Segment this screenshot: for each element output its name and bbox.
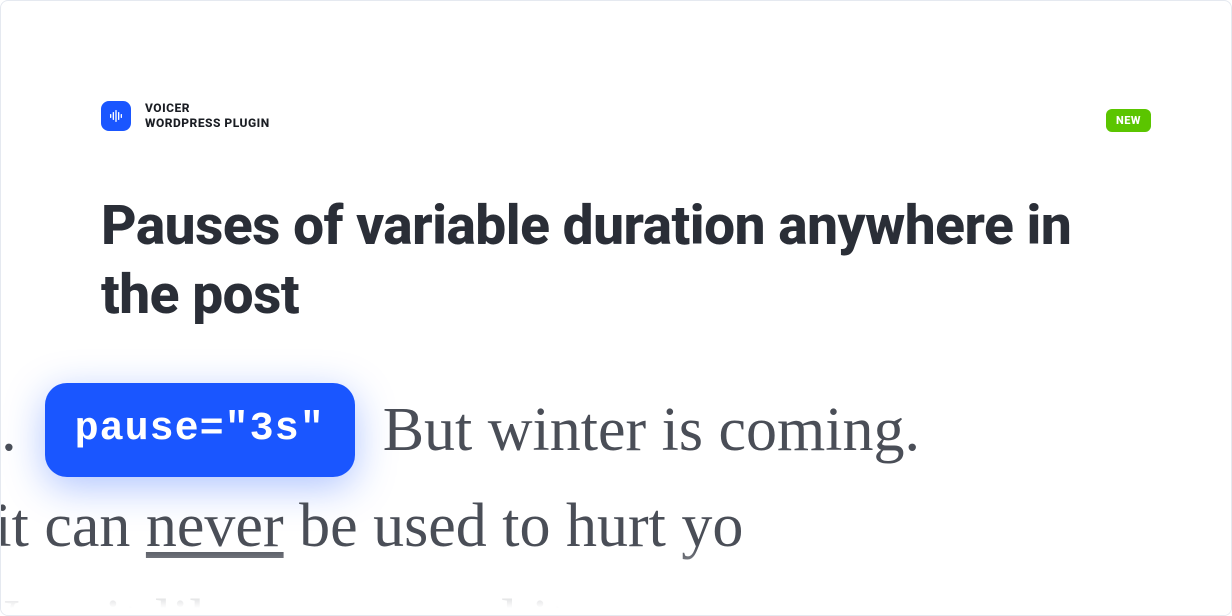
sample-text-fragment: r you,..: [0, 382, 17, 478]
sample-text-fragment: But winter is coming.: [383, 382, 920, 478]
brand-text: VOICER WORDPRESS PLUGIN: [145, 101, 270, 131]
sample-text: r you,.. pause="3s" But winter is coming…: [1, 382, 1231, 616]
sample-line-3: ll not. Wear it like armor and it can: [0, 574, 1031, 616]
feature-card: VOICER WORDPRESS PLUGIN NEW Pauses of va…: [0, 0, 1232, 616]
sample-line-1: r you,.. pause="3s" But winter is coming…: [0, 382, 1071, 478]
pause-chip: pause="3s": [45, 383, 355, 477]
voicer-waveform-icon: [101, 101, 131, 131]
header-row: VOICER WORDPRESS PLUGIN NEW: [1, 1, 1231, 132]
sample-text-fragment: be used to hurt yo: [284, 492, 744, 560]
headline: Pauses of variable duration anywhere in …: [1, 132, 1231, 330]
sample-text-fragment: mor, and it can: [0, 492, 146, 560]
brand: VOICER WORDPRESS PLUGIN: [101, 101, 270, 131]
new-badge: NEW: [1106, 109, 1151, 132]
brand-sub: WORDPRESS PLUGIN: [145, 116, 270, 131]
sample-text-underlined: never: [146, 492, 284, 560]
brand-name: VOICER: [145, 101, 270, 116]
sample-line-2: mor, and it can never be used to hurt yo: [0, 478, 991, 574]
